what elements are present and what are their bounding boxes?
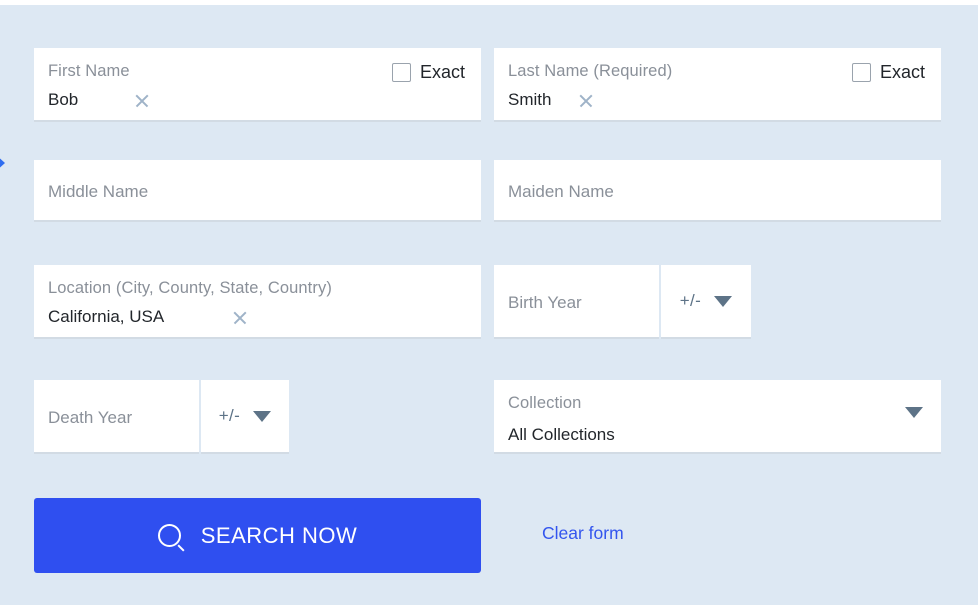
- death-year-placeholder: Death Year: [48, 408, 133, 427]
- first-name-field[interactable]: First Name Bob Exact: [34, 48, 481, 122]
- last-name-label: Last Name (Required): [508, 62, 673, 80]
- last-name-clear-icon[interactable]: [578, 93, 594, 109]
- last-name-value: Smith: [508, 90, 552, 109]
- chevron-down-icon: [714, 295, 733, 307]
- death-year-range-dropdown[interactable]: +/-: [201, 380, 289, 454]
- last-name-exact-label: Exact: [880, 62, 926, 82]
- search-form-page: First Name Bob Exact Last Name (Required…: [0, 0, 978, 605]
- search-now-button-label: SEARCH NOW: [200, 522, 358, 548]
- first-name-label: First Name: [48, 62, 130, 80]
- death-year-field[interactable]: Death Year: [34, 380, 199, 454]
- last-name-exact-checkbox[interactable]: [852, 63, 871, 82]
- collection-value: All Collections: [508, 425, 615, 444]
- birth-year-range-label: +/-: [679, 291, 702, 310]
- last-name-exact-checkbox-group[interactable]: Exact: [852, 62, 925, 83]
- birth-year-field[interactable]: Birth Year: [494, 265, 659, 339]
- location-clear-icon[interactable]: [232, 310, 248, 326]
- chevron-down-icon: [253, 410, 272, 422]
- location-label: Location (City, County, State, Country): [48, 279, 332, 297]
- clear-form-link[interactable]: Clear form: [542, 523, 624, 544]
- collection-label: Collection: [508, 394, 582, 412]
- maiden-name-placeholder: Maiden Name: [508, 182, 614, 201]
- middle-name-placeholder: Middle Name: [48, 182, 149, 201]
- first-name-exact-checkbox[interactable]: [392, 63, 411, 82]
- chevron-down-icon[interactable]: [905, 407, 923, 418]
- left-edge-pointer-icon: [0, 155, 5, 171]
- location-value: California, USA: [48, 307, 165, 326]
- collection-dropdown[interactable]: Collection All Collections: [494, 380, 941, 454]
- death-year-range-label: +/-: [218, 406, 241, 425]
- first-name-clear-icon[interactable]: [134, 93, 150, 109]
- birth-year-placeholder: Birth Year: [508, 293, 582, 312]
- search-now-button[interactable]: SEARCH NOW: [34, 498, 481, 573]
- first-name-exact-label: Exact: [420, 62, 466, 82]
- search-icon: [157, 524, 181, 547]
- maiden-name-field[interactable]: Maiden Name: [494, 160, 941, 222]
- middle-name-field[interactable]: Middle Name: [34, 160, 481, 222]
- first-name-value: Bob: [48, 90, 79, 109]
- first-name-exact-checkbox-group[interactable]: Exact: [392, 62, 465, 83]
- last-name-field[interactable]: Last Name (Required) Smith Exact: [494, 48, 941, 122]
- location-field[interactable]: Location (City, County, State, Country) …: [34, 265, 481, 339]
- birth-year-range-dropdown[interactable]: +/-: [661, 265, 751, 339]
